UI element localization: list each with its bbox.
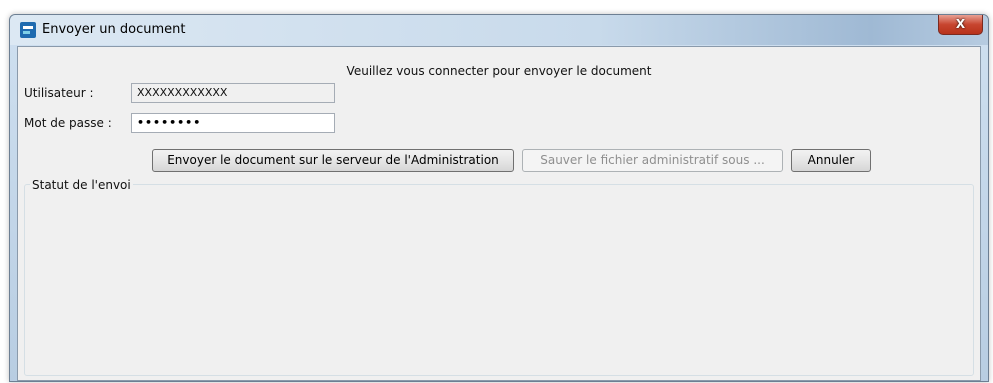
dialog-content: Veuillez vous connecter pour envoyer le … — [17, 46, 981, 381]
send-to-server-button[interactable]: Envoyer le document sur le serveur de l'… — [152, 149, 514, 172]
app-icon — [20, 22, 36, 38]
user-label: Utilisateur : — [24, 86, 94, 100]
login-prompt: Veuillez vous connecter pour envoyer le … — [346, 64, 652, 78]
cancel-button[interactable]: Annuler — [791, 149, 871, 172]
window-title: Envoyer un document — [42, 22, 186, 37]
password-field[interactable]: •••••••• — [131, 113, 335, 133]
save-admin-file-button[interactable]: Sauver le fichier administratif sous ... — [522, 149, 783, 172]
user-field[interactable]: XXXXXXXXXXXX — [131, 83, 335, 103]
status-title: Statut de l'envoi — [30, 178, 133, 192]
password-label: Mot de passe : — [24, 116, 112, 130]
send-document-dialog: Envoyer un document X Veuillez vous conn… — [9, 14, 989, 382]
status-groupbox — [24, 184, 974, 376]
title-bar[interactable]: Envoyer un document X — [10, 15, 988, 45]
close-button[interactable]: X — [938, 15, 983, 35]
